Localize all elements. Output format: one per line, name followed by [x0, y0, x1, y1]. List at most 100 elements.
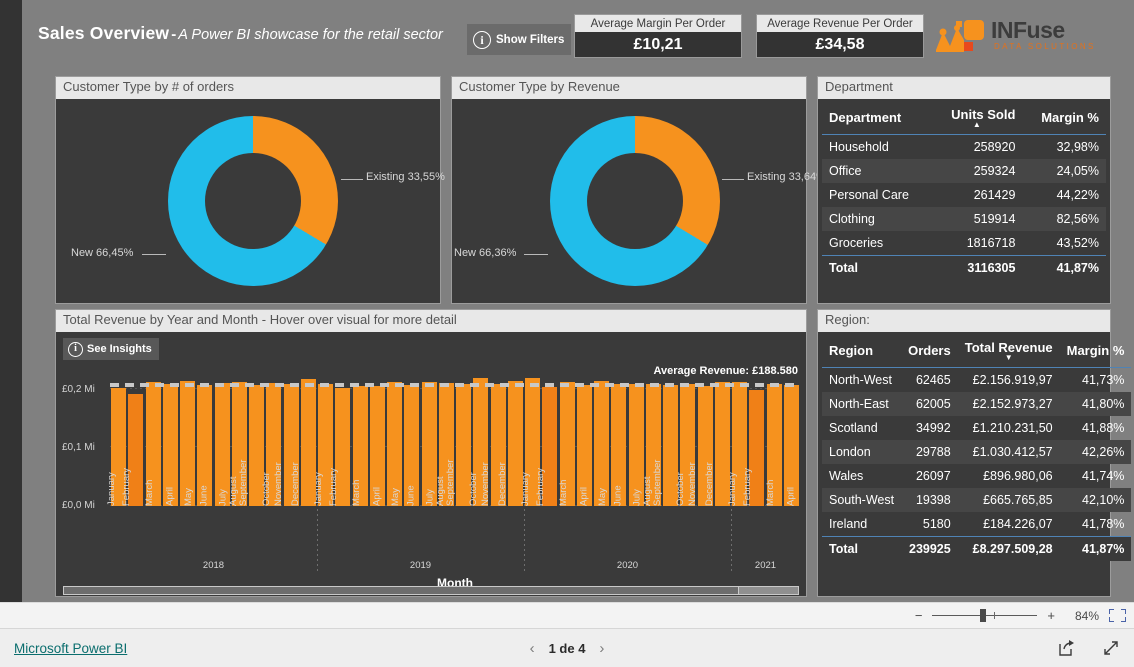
page-title-main: Sales Overview — [38, 23, 170, 43]
info-icon: i — [68, 341, 83, 357]
month-tick-label: September — [651, 459, 663, 506]
cell-total-margin: 41,87% — [1059, 536, 1132, 561]
orders-leader-existing — [341, 179, 363, 180]
month-tick-39: April — [783, 487, 800, 558]
month-tick-label: January — [519, 472, 531, 506]
month-tick-26: March — [558, 480, 576, 558]
month-tick-17: June — [403, 485, 420, 558]
kpi-average-margin-per-order[interactable]: Average Margin Per Order £10,21 — [574, 14, 742, 58]
cell-margin-text: 24,05% — [1056, 164, 1099, 178]
month-tick-13: February — [328, 468, 351, 558]
cell-department: Household — [829, 140, 889, 154]
table-row[interactable]: Personal Care 261429 44,22% — [822, 183, 1106, 207]
y-tick-0: £0,2 Mi — [62, 384, 95, 395]
year-text: 2019 — [409, 560, 432, 571]
col-total-revenue[interactable]: Total Revenue ▼ — [957, 334, 1060, 368]
table-row[interactable]: South-West 19398 £665.765,85 42,10% — [822, 488, 1132, 512]
year-label-2020: 2020 — [524, 504, 731, 574]
scrollbar-track[interactable] — [739, 587, 798, 594]
col-orders[interactable]: Orders — [901, 334, 958, 368]
previous-page-button[interactable]: ‹ — [530, 640, 535, 657]
cell-department: Clothing — [822, 207, 932, 231]
region-matrix: Region Orders Total Revenue ▼ Margin % N… — [822, 334, 1132, 561]
scrollbar-thumb[interactable] — [64, 587, 740, 594]
month-tick-25: February — [535, 468, 558, 558]
orders-donut-ring[interactable] — [168, 116, 338, 286]
cell-total-label: Total — [822, 536, 902, 561]
microsoft-power-bi-link[interactable]: Microsoft Power BI — [14, 641, 127, 656]
month-tick-label: October — [260, 472, 272, 506]
table-row[interactable]: Office 259324 24,05% — [822, 159, 1106, 183]
table-row[interactable]: North-East 62005 £2.152.973,27 41,80% — [822, 392, 1132, 416]
cell-orders: 29788 — [901, 440, 958, 464]
month-tick-label: January — [726, 472, 738, 506]
revenue-donut-body: Existing 33,64% New 66,36% — [452, 99, 826, 303]
col-units-sold[interactable]: Units Sold ▲ — [931, 101, 1023, 135]
month-tick-label: April — [578, 486, 590, 506]
table-row[interactable]: London 29788 £1.030.412,57 42,26% — [822, 440, 1132, 464]
see-insights-button[interactable]: i See Insights — [63, 338, 159, 360]
fullscreen-icon[interactable] — [1102, 639, 1120, 657]
month-tick-label: May — [182, 488, 194, 506]
visual-total-revenue-trend[interactable]: Total Revenue by Year and Month - Hover … — [55, 309, 807, 597]
cell-orders: 34992 — [915, 421, 951, 435]
fit-to-page-icon[interactable] — [1109, 609, 1126, 622]
month-tick-2: March — [144, 480, 162, 558]
cell-region-margin: 41,73% — [1082, 373, 1125, 387]
page-title-dash: - — [171, 26, 177, 43]
year-label-2018: 2018 — [110, 560, 317, 574]
cell-department: Groceries — [829, 236, 884, 250]
share-icon[interactable] — [1058, 639, 1076, 657]
visual-department-table[interactable]: Department Department Units Sold ▲ Margi… — [817, 76, 1111, 304]
table-row[interactable]: Clothing 519914 82,56% — [822, 207, 1106, 231]
visual-region-table[interactable]: Region: Region Orders Total Revenue ▼ Ma… — [817, 309, 1132, 597]
month-tick-32: September — [651, 460, 679, 558]
zoom-out-button[interactable]: − — [915, 608, 923, 623]
month-tick-label: December — [704, 462, 716, 506]
year-label-2019: 2019 — [317, 504, 524, 574]
cell-units-sold: 258920 — [973, 140, 1016, 154]
cell-revenue: £2.152.973,27 — [957, 392, 1060, 416]
month-tick-0: January — [106, 472, 127, 558]
visual-title-revenue-donut: Customer Type by Revenue — [452, 77, 806, 99]
month-tick-label: April — [371, 486, 383, 506]
kpi-average-revenue-per-order[interactable]: Average Revenue Per Order £34,58 — [756, 14, 924, 58]
cell-region: South-West — [822, 488, 902, 512]
col-region[interactable]: Region — [822, 334, 902, 368]
table-row[interactable]: Wales 26097 £896.980,06 41,74% — [822, 464, 1131, 488]
zoom-slider-handle[interactable] — [980, 609, 987, 622]
zoom-slider[interactable] — [932, 609, 1038, 622]
report-footer: Microsoft Power BI ‹ 1 de 4 › — [0, 628, 1134, 667]
month-tick-15: April — [369, 487, 386, 558]
orders-label-new: New 66,45% — [71, 247, 134, 259]
x-axis-month-ticks: January February March April May June July Augu… — [106, 460, 800, 560]
zoom-in-button[interactable]: + — [1047, 608, 1055, 623]
col-department[interactable]: Department — [822, 101, 932, 135]
show-filters-button[interactable]: i Show Filters — [467, 24, 571, 55]
cell-margin: 24,05% — [1022, 159, 1106, 183]
table-row[interactable]: Groceries 1816718 43,52% — [822, 231, 1106, 256]
month-tick-label: November — [687, 462, 699, 506]
kpi-revenue-title: Average Revenue Per Order — [756, 14, 924, 32]
table-row[interactable]: Scotland 34992 £1.210.231,50 41,88% — [822, 416, 1131, 440]
see-insights-label: See Insights — [87, 343, 152, 355]
cell-margin: 44,22% — [1022, 183, 1106, 207]
month-tick-9: October — [261, 472, 282, 558]
table-row[interactable]: North-West 62465 £2.156.919,97 41,73% — [822, 368, 1131, 393]
next-page-button[interactable]: › — [599, 640, 604, 657]
region-rows: North-West 62465 £2.156.919,97 41,73% North-… — [822, 368, 1132, 561]
col-region-margin[interactable]: Margin % — [1059, 334, 1132, 368]
table-row[interactable]: Ireland 5180 £184.226,07 41,78% — [822, 512, 1131, 537]
month-tick-label: March — [764, 479, 776, 506]
cell-region-margin: 42,10% — [1059, 488, 1132, 512]
chart-horizontal-scrollbar[interactable] — [63, 586, 799, 595]
revenue-donut-ring[interactable] — [550, 116, 720, 286]
visual-customer-type-by-orders[interactable]: Customer Type by # of orders Existing 33… — [55, 76, 445, 304]
month-tick-14: March — [351, 480, 369, 558]
month-tick-5: June — [196, 485, 213, 558]
cell-total-orders: 239925 — [901, 536, 958, 561]
col-margin-pct[interactable]: Margin % — [1022, 101, 1106, 135]
table-row[interactable]: Household 258920 32,98% — [822, 135, 1106, 160]
year-text: 2018 — [202, 560, 225, 571]
visual-customer-type-by-revenue[interactable]: Customer Type by Revenue Existing 33,64%… — [451, 76, 826, 304]
